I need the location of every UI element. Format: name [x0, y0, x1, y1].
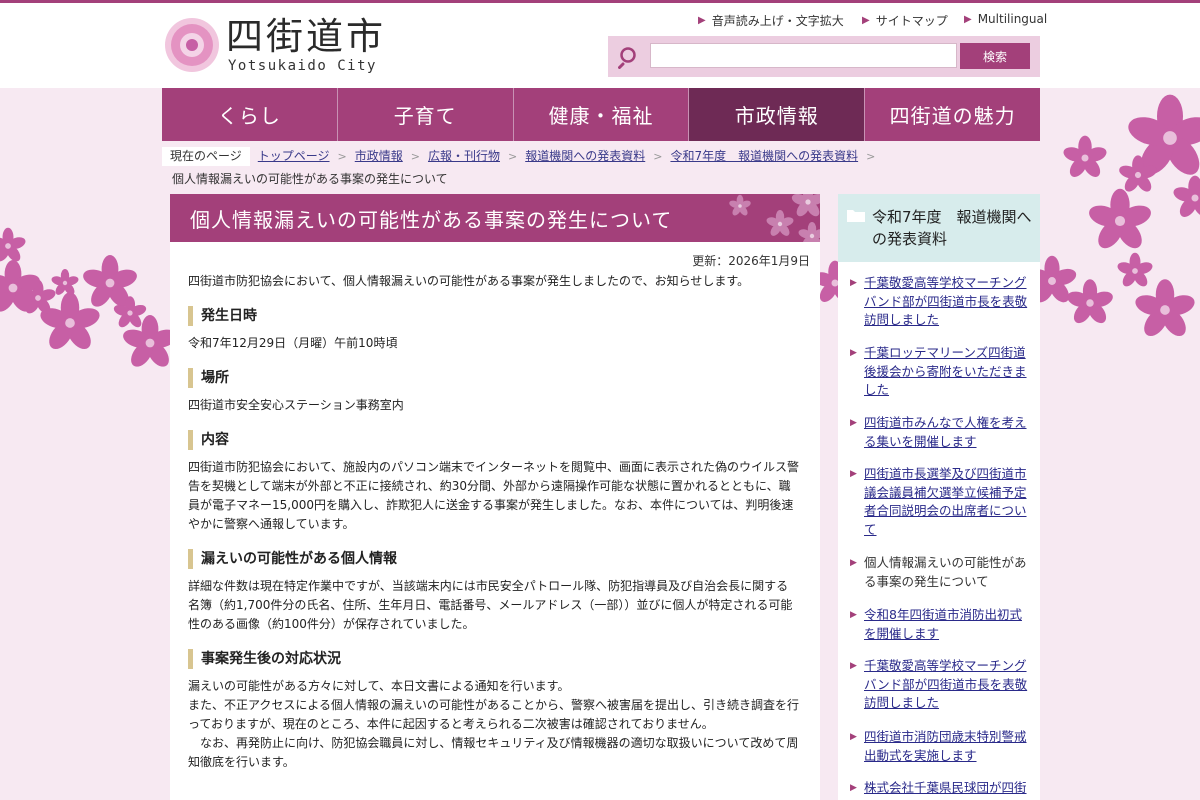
utility-link-multilingual[interactable]: ▶ Multilingual: [964, 12, 1047, 26]
sidebar-item-current: ▶ 個人情報漏えいの可能性がある事案の発生について: [850, 554, 1034, 591]
sidebar-heading: 令和7年度 報道機関への発表資料: [872, 208, 1032, 248]
triangle-bullet-icon: ▶: [850, 418, 857, 428]
section-text: 令和7年12月29日（月曜）午前10時頃: [188, 336, 398, 350]
folder-icon: [847, 210, 865, 222]
intro-text: 四街道市防犯協会において、個人情報漏えいの可能性がある事案が発生しましたので、お…: [188, 274, 750, 288]
main-content: 個人情報漏えいの可能性がある事案の発生について 更新：2026年1月9日 四街道…: [170, 194, 820, 800]
sidebar-link[interactable]: 四街道市長選挙及び四街道市議会議員補欠選挙立候補予定者合同説明会の出席者について: [864, 465, 1034, 539]
breadcrumb-link-r7-hodo[interactable]: 令和7年度 報道機関への発表資料: [670, 147, 858, 166]
section-text: 四街道市防犯協会において、施設内のパソコン端末でインターネットを閲覧中、画面に表…: [188, 460, 800, 531]
sidebar-current-text: 個人情報漏えいの可能性がある事案の発生について: [864, 555, 1027, 589]
nav-kurashi[interactable]: くらし: [162, 88, 338, 141]
sidebar-item[interactable]: ▶ 令和8年四街道市消防出初式を開催します: [850, 606, 1034, 643]
sidebar-item[interactable]: ▶ 千葉敬愛高等学校マーチングバンド部が四街道市長を表敬訪問しました: [850, 274, 1034, 330]
triangle-bullet-icon: ▶: [850, 783, 857, 793]
sidebar-link[interactable]: 四街道市消防団歳末特別警戒出動式を実施します: [864, 728, 1034, 765]
title-flower-decoration: [728, 194, 820, 242]
triangle-bullet-icon: ▶: [698, 15, 706, 26]
page-title: 個人情報漏えいの可能性がある事案の発生について: [190, 208, 673, 232]
section-text: 四街道市安全安心ステーション事務室内: [188, 398, 404, 412]
breadcrumb-current: 個人情報漏えいの可能性がある事案の発生について: [172, 172, 448, 186]
sidebar-link[interactable]: 千葉敬愛高等学校マーチングバンド部が四街道市長を表敬訪問しました: [864, 274, 1034, 330]
search-button[interactable]: 検索: [960, 43, 1030, 69]
breadcrumb-separator-icon: >: [410, 150, 420, 163]
utility-link-sitemap[interactable]: ▶ サイトマップ: [862, 12, 948, 29]
breadcrumb-link-top[interactable]: トップページ: [258, 147, 330, 166]
nav-shisei-joho[interactable]: 市政情報: [689, 88, 866, 141]
nav-kosodate[interactable]: 子育て: [337, 88, 514, 141]
sidebar-link[interactable]: 株式会社千葉県民球団が四街: [864, 779, 1034, 798]
triangle-bullet-icon: ▶: [862, 15, 870, 26]
breadcrumb-separator-icon: >: [508, 150, 518, 163]
site-logo-subtitle: Yotsukaido City: [228, 58, 377, 74]
nav-miryoku[interactable]: 四街道の魅力: [865, 88, 1040, 141]
breadcrumb: 現在のページ トップページ > 市政情報 > 広報・刊行物 > 報道機関への発表…: [162, 147, 1040, 189]
sidebar-item[interactable]: ▶ 千葉敬愛高等学校マーチングバンド部が四街道市長を表敬訪問しました: [850, 657, 1034, 713]
search-area: 検索: [608, 36, 1040, 77]
sidebar-item[interactable]: ▶ 四街道市消防団歳末特別警戒出動式を実施します: [850, 728, 1034, 765]
section-heading-personal-info: 漏えいの可能性がある個人情報: [188, 549, 800, 569]
section-text: 詳細な件数は現在特定作業中ですが、当該端末内には市民安全パトロール隊、防犯指導員…: [188, 579, 793, 631]
section-heading-response: 事案発生後の対応状況: [188, 649, 800, 669]
site-header: 四街道市 Yotsukaido City ▶ 音声読み上げ・文字拡大 ▶ サイト…: [0, 3, 1200, 88]
sidebar-link[interactable]: 千葉敬愛高等学校マーチングバンド部が四街道市長を表敬訪問しました: [864, 657, 1034, 713]
site-logo[interactable]: 四街道市: [226, 17, 386, 57]
triangle-bullet-icon: ▶: [850, 469, 857, 479]
triangle-bullet-icon: ▶: [850, 661, 857, 671]
breadcrumb-label: 現在のページ: [162, 147, 250, 166]
sidebar-item[interactable]: ▶ 株式会社千葉県民球団が四街: [850, 779, 1034, 798]
triangle-bullet-icon: ▶: [850, 610, 857, 620]
breadcrumb-separator-icon: >: [337, 150, 347, 163]
triangle-bullet-icon: ▶: [964, 13, 972, 25]
triangle-bullet-icon: ▶: [850, 558, 857, 568]
section-text: 漏えいの可能性がある方々に対して、本日文書による通知を行います。: [188, 679, 570, 693]
search-input[interactable]: [650, 43, 957, 68]
triangle-bullet-icon: ▶: [850, 732, 857, 742]
global-nav: くらし 子育て 健康・福祉 市政情報 四街道の魅力: [162, 88, 1040, 141]
section-text: なお、再発防止に向け、防犯協会職員に対し、情報セキュリティ及び情報機器の適切な取…: [188, 736, 799, 769]
sidebar-item[interactable]: ▶ 四街道市みんなで人権を考える集いを開催します: [850, 414, 1034, 451]
updated-date: 更新：2026年1月9日: [692, 254, 810, 268]
breadcrumb-separator-icon: >: [866, 150, 876, 163]
section-heading-details: 内容: [188, 430, 800, 450]
search-icon: [618, 47, 636, 69]
breadcrumb-separator-icon: >: [653, 150, 663, 163]
breadcrumb-link-hodo[interactable]: 報道機関への発表資料: [525, 147, 645, 166]
city-emblem-icon: [165, 18, 219, 72]
section-heading-datetime: 発生日時: [188, 306, 800, 326]
sidebar-link[interactable]: 四街道市みんなで人権を考える集いを開催します: [864, 414, 1034, 451]
nav-kenko-fukushi[interactable]: 健康・福祉: [513, 88, 690, 141]
breadcrumb-link-koho[interactable]: 広報・刊行物: [428, 147, 500, 166]
sidebar-link[interactable]: 令和8年四街道市消防出初式を開催します: [864, 606, 1034, 643]
section-heading-location: 場所: [188, 368, 800, 388]
article-body: 四街道市防犯協会において、個人情報漏えいの可能性がある事案が発生しましたので、お…: [188, 272, 800, 772]
triangle-bullet-icon: ▶: [850, 348, 857, 358]
sidebar-item[interactable]: ▶ 千葉ロッテマリーンズ四街道後援会から寄附をいただきました: [850, 344, 1034, 400]
breadcrumb-link-shisei[interactable]: 市政情報: [355, 147, 403, 166]
page-title-bar: 個人情報漏えいの可能性がある事案の発生について: [170, 194, 820, 242]
sidebar: 令和7年度 報道機関への発表資料 ▶ 千葉敬愛高等学校マーチングバンド部が四街道…: [838, 194, 1040, 800]
sidebar-link[interactable]: 千葉ロッテマリーンズ四街道後援会から寄附をいただきました: [864, 344, 1034, 400]
sidebar-heading-box: 令和7年度 報道機関への発表資料: [838, 194, 1040, 262]
sidebar-item[interactable]: ▶ 四街道市長選挙及び四街道市議会議員補欠選挙立候補予定者合同説明会の出席者につ…: [850, 465, 1034, 539]
section-text: また、不正アクセスによる個人情報の漏えいの可能性があることから、警察へ被害届を提…: [188, 698, 800, 731]
utility-link-accessibility[interactable]: ▶ 音声読み上げ・文字拡大: [698, 12, 844, 29]
triangle-bullet-icon: ▶: [850, 278, 857, 288]
